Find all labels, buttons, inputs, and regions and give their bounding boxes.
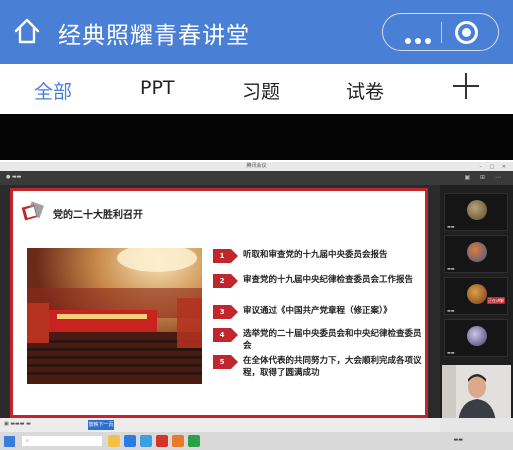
tab-all[interactable]: 全部 <box>34 77 72 104</box>
tab-ppt[interactable]: PPT <box>140 77 175 99</box>
avatar <box>467 242 487 262</box>
tab-exam[interactable]: 试卷 <box>346 77 384 104</box>
meeting-controls-icon: ▣ ▬▬▬ ▬ <box>4 421 31 427</box>
participants-panel: ▬▬ ▬▬ 正在讲解 ▬▬ ▬▬ <box>440 185 513 450</box>
meeting-screenshot[interactable]: 腾讯会议 – □ ✕ ● ▬▬ ▣ ⊞ ⋯ 党的二十大胜利召开 1 听取和审查党… <box>0 162 513 450</box>
more-dots-icon[interactable] <box>405 29 435 44</box>
app-icon[interactable] <box>140 435 152 447</box>
close-circle-icon[interactable] <box>455 21 478 44</box>
taskbar-bottom: ⌕ ▬▬ <box>0 432 513 450</box>
agenda-text: 听取和审查党的十九届中央委员会报告 <box>243 250 388 260</box>
participant-tile[interactable]: ▬▬ <box>444 193 508 231</box>
home-icon[interactable] <box>12 16 42 46</box>
agenda-number: 3 <box>213 305 238 319</box>
tab-exercises[interactable]: 习题 <box>242 77 280 104</box>
app-icon[interactable] <box>156 435 168 447</box>
tab-bar: 全部 PPT 习题 试卷 <box>0 64 513 114</box>
participant-tile[interactable]: 正在讲解 ▬▬ <box>444 277 508 315</box>
speaking-badge: 正在讲解 <box>487 297 505 304</box>
plus-icon[interactable] <box>453 73 479 99</box>
clock-icon: ▬▬ <box>453 437 463 443</box>
congress-hall-photo <box>27 248 202 384</box>
capsule-menu <box>382 13 499 51</box>
page-title: 经典照耀青春讲堂 <box>58 23 250 49</box>
avatar <box>467 200 487 220</box>
windows-taskbar: ▣ ▬▬▬ ▬ 放映下一页 ⌕ ▬▬ <box>0 418 513 450</box>
app-root: 经典照耀青春讲堂 全部 PPT 习题 试卷 腾讯会议 – □ ✕ ● ▬▬ ▣ … <box>0 0 513 450</box>
browser-icon[interactable] <box>124 435 136 447</box>
taskbar-search-icon[interactable]: ⌕ <box>22 436 102 446</box>
speaking-indicator-icon: ● ▬▬ <box>6 174 22 180</box>
avatar <box>467 326 487 346</box>
agenda-number: 2 <box>213 274 238 288</box>
participant-name-icon: ▬▬ <box>447 266 455 271</box>
participant-tile[interactable]: ▬▬ <box>444 235 508 273</box>
meeting-toolbar: ● ▬▬ ▣ ⊞ ⋯ <box>0 171 513 185</box>
meeting-window-title-text: 腾讯会议 <box>246 163 267 169</box>
mini-program-header: 经典照耀青春讲堂 <box>0 0 513 64</box>
app-icon[interactable] <box>172 435 184 447</box>
meeting-window-title: 腾讯会议 – □ ✕ <box>0 162 513 171</box>
agenda-text: 审查党的十九届中央纪律检查委员会工作报告 <box>243 275 414 285</box>
party-emblem-icon <box>21 201 44 221</box>
next-page-button[interactable]: 放映下一页 <box>88 420 114 430</box>
folder-icon[interactable] <box>108 435 120 447</box>
toolbar-icons: ▣ ⊞ ⋯ <box>464 174 505 181</box>
presenter-video[interactable] <box>442 365 511 423</box>
agenda-text: 选举党的二十届中央委员会和中央纪律检查委员会 <box>243 329 422 351</box>
agenda-number: 5 <box>213 355 238 369</box>
app-icon[interactable] <box>188 435 200 447</box>
agenda-number: 4 <box>213 328 238 342</box>
avatar <box>467 284 487 304</box>
agenda-number: 1 <box>213 249 238 263</box>
participant-name-icon: ▬▬ <box>447 224 455 229</box>
participant-tile[interactable]: ▬▬ <box>444 319 508 357</box>
participant-name-icon: ▬▬ <box>447 308 455 313</box>
black-band <box>0 114 513 160</box>
agenda-text: 审议通过《中国共产党章程（修正案）》 <box>243 306 392 316</box>
presentation-slide: 党的二十大胜利召开 1 听取和审查党的十九届中央委员会报告 2 审查党的十九届中… <box>10 188 428 418</box>
meeting-controls-bar: ▣ ▬▬▬ ▬ 放映下一页 <box>0 418 440 432</box>
participant-name-icon: ▬▬ <box>447 350 455 355</box>
windows-start-icon[interactable] <box>4 436 15 447</box>
capsule-divider <box>441 22 442 43</box>
agenda-text: 在全体代表的共同努力下，大会顺利完成各项议程，取得了圆满成功 <box>243 356 422 378</box>
slide-title: 党的二十大胜利召开 <box>53 210 143 221</box>
slide-area: 党的二十大胜利召开 1 听取和审查党的十九届中央委员会报告 2 审查党的十九届中… <box>0 185 440 418</box>
